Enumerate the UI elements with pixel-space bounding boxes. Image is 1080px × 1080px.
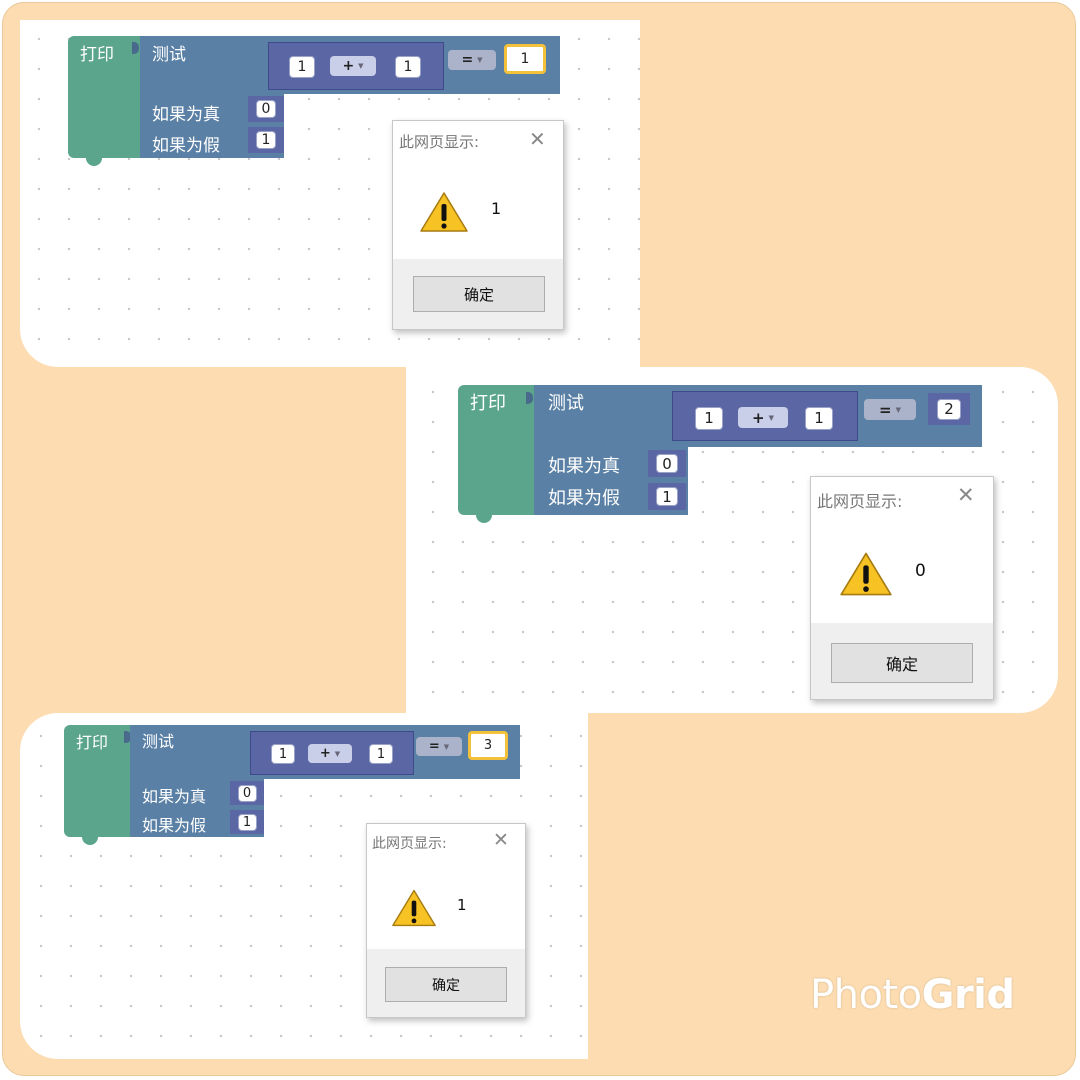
- screenshot-panel-3: 打印 测试 如果为真 如果为假 0 1 1 + ▼ 1 = ▼ 3 此网页显示:…: [20, 713, 588, 1059]
- if-true-label: 如果为真: [142, 787, 207, 806]
- warning-icon: [840, 552, 892, 596]
- screenshot-panel-2: 打印 测试 如果为真 如果为假 0 1 1 + ▼ 1 = ▼ 2 此网页显示:…: [406, 367, 1058, 713]
- if-false-label: 如果为假: [548, 488, 620, 509]
- compare-value[interactable]: 1: [513, 49, 537, 69]
- compare-number-block[interactable]: 2: [928, 393, 970, 425]
- arith-operator-dropdown[interactable]: + ▼: [738, 407, 788, 428]
- dialog-message: 0: [915, 561, 926, 581]
- compare-value[interactable]: 2: [937, 398, 961, 420]
- left-operand[interactable]: 1: [271, 744, 295, 764]
- print-block-tab: [476, 515, 492, 523]
- watermark-grid: Grid: [921, 972, 1015, 1018]
- right-number-block[interactable]: 1: [388, 53, 428, 81]
- compare-number-block-selected[interactable]: 1: [504, 44, 546, 74]
- if-true-label: 如果为真: [548, 456, 620, 477]
- alert-dialog: 此网页显示: ✕ 1 确定: [366, 823, 526, 1018]
- arith-operator: +: [752, 408, 765, 427]
- compare-operator-dropdown[interactable]: = ▼: [864, 399, 916, 420]
- close-icon[interactable]: ✕: [529, 129, 546, 149]
- if-false-number-block[interactable]: 1: [230, 810, 264, 834]
- dialog-message: 1: [457, 896, 467, 914]
- right-operand[interactable]: 1: [805, 406, 833, 430]
- right-number-block[interactable]: 1: [362, 741, 400, 767]
- if-false-value[interactable]: 1: [256, 131, 276, 149]
- arith-operator: +: [319, 746, 331, 761]
- arith-operator-dropdown[interactable]: + ▼: [308, 744, 352, 763]
- compare-operator-dropdown[interactable]: = ▼: [416, 737, 462, 756]
- arith-operator-dropdown[interactable]: + ▼: [330, 56, 376, 76]
- compare-value[interactable]: 3: [477, 736, 499, 755]
- left-number-block[interactable]: 1: [264, 741, 302, 767]
- compare-operator: =: [461, 52, 474, 68]
- left-operand[interactable]: 1: [289, 56, 315, 78]
- dialog-title: 此网页显示:: [399, 133, 480, 151]
- left-number-block[interactable]: 1: [688, 403, 730, 433]
- dialog-title: 此网页显示:: [817, 492, 903, 511]
- print-label: 打印: [76, 733, 109, 752]
- if-true-label: 如果为真: [152, 105, 220, 125]
- if-true-number-block[interactable]: 0: [230, 781, 264, 805]
- screenshot-panel-1: 打印 测试 如果为真 如果为假 0 1 1 + ▼ 1 = ▼ 1 此网页显示:…: [20, 20, 640, 367]
- if-true-value[interactable]: 0: [256, 100, 276, 118]
- warning-icon: [420, 192, 468, 232]
- if-false-number-block[interactable]: 1: [648, 483, 686, 510]
- if-true-number-block[interactable]: 0: [648, 450, 686, 477]
- test-label: 测试: [152, 45, 186, 65]
- dialog-message: 1: [491, 199, 502, 218]
- if-true-value[interactable]: 0: [656, 454, 678, 473]
- compare-operator-dropdown[interactable]: = ▼: [448, 50, 496, 70]
- if-true-number-block[interactable]: 0: [248, 96, 284, 122]
- dialog-title: 此网页显示:: [372, 836, 447, 852]
- left-number-block[interactable]: 1: [282, 53, 322, 81]
- arith-operator: +: [342, 58, 355, 74]
- close-icon[interactable]: ✕: [493, 831, 509, 850]
- if-false-label: 如果为假: [152, 136, 220, 156]
- alert-dialog: 此网页显示: ✕ 0 确定: [810, 476, 994, 700]
- ok-button[interactable]: 确定: [413, 276, 545, 312]
- if-false-number-block[interactable]: 1: [248, 127, 284, 153]
- print-label: 打印: [470, 393, 506, 414]
- compare-operator: =: [428, 739, 440, 754]
- watermark-photo: Photo: [810, 972, 922, 1018]
- dropdown-triangle-icon: ▼: [768, 413, 774, 422]
- right-number-block[interactable]: 1: [798, 403, 840, 433]
- if-false-value[interactable]: 1: [237, 813, 257, 831]
- right-operand[interactable]: 1: [395, 56, 421, 78]
- photogrid-watermark: PhotoGrid: [810, 972, 1015, 1018]
- ok-button[interactable]: 确定: [831, 643, 973, 683]
- compare-number-block-selected[interactable]: 3: [468, 731, 508, 760]
- ok-button[interactable]: 确定: [385, 967, 507, 1002]
- if-false-label: 如果为假: [142, 816, 207, 835]
- print-block-tab: [82, 837, 98, 845]
- dropdown-triangle-icon: ▼: [477, 56, 483, 64]
- print-block-tab: [86, 158, 102, 166]
- test-label: 测试: [548, 393, 584, 414]
- close-icon[interactable]: ✕: [957, 485, 975, 506]
- if-true-value[interactable]: 0: [237, 784, 257, 802]
- dropdown-triangle-icon: ▼: [358, 62, 364, 70]
- warning-icon: [392, 889, 436, 927]
- left-operand[interactable]: 1: [695, 406, 723, 430]
- right-operand[interactable]: 1: [369, 744, 393, 764]
- compare-operator: =: [879, 400, 892, 419]
- dropdown-triangle-icon: ▼: [443, 742, 450, 751]
- print-label: 打印: [80, 45, 114, 65]
- dropdown-triangle-icon: ▼: [334, 749, 341, 758]
- test-label: 测试: [142, 732, 175, 751]
- alert-dialog: 此网页显示: ✕ 1 确定: [392, 120, 564, 330]
- if-false-value[interactable]: 1: [656, 487, 678, 506]
- dropdown-triangle-icon: ▼: [895, 405, 901, 414]
